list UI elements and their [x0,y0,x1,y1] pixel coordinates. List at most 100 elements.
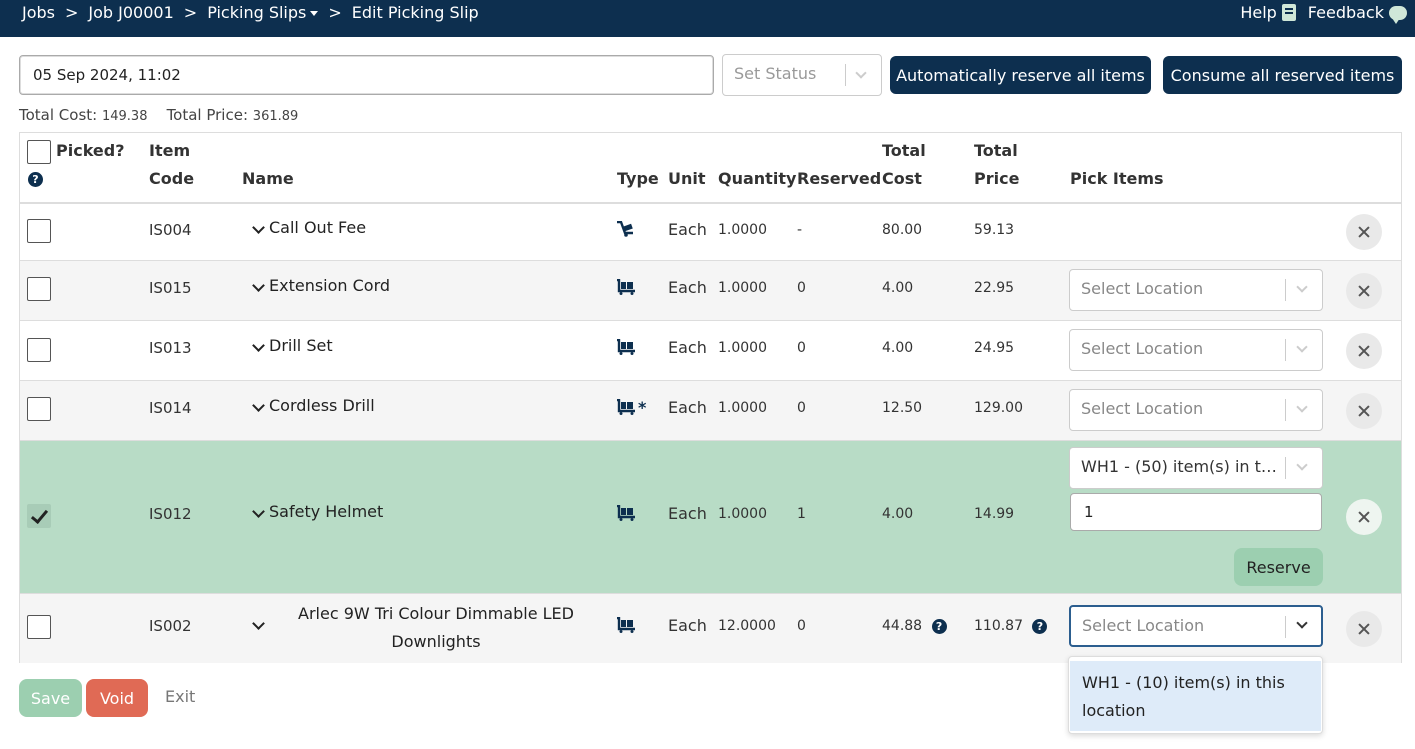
expand-chevron-icon[interactable] [252,221,265,234]
question-icon: ? [28,172,43,187]
picked-checkbox[interactable] [27,504,51,528]
cart-icon [617,339,635,355]
location-select[interactable]: Select Location [1069,389,1323,431]
question-icon[interactable]: ? [1032,618,1048,634]
chevron-down-icon [1296,401,1308,413]
unit: Each [668,504,707,523]
feedback-link[interactable]: Feedback [1308,3,1407,24]
picked-help[interactable]: ? [28,165,43,193]
item-name: Call Out Fee [269,218,367,237]
pick-quantity-input[interactable]: 1 [1070,493,1322,531]
header-item-code-line1: Item [149,141,191,160]
breadcrumb-separator: > [65,3,79,22]
select-all-checkbox[interactable] [27,140,51,164]
book-icon [1281,4,1296,21]
total-price: 24.95 [974,340,1015,356]
consume-reserved-button[interactable]: Consume all reserved items [1163,56,1402,94]
chevron-down-icon [1296,341,1308,353]
item-code: IS013 [149,339,192,357]
remove-row-button[interactable] [1346,611,1382,647]
auto-reserve-button[interactable]: Automatically reserve all items [890,56,1151,94]
picked-checkbox[interactable] [27,277,51,301]
svg-text:*: * [638,399,647,415]
breadcrumb-picking-slips-label: Picking Slips [207,3,307,22]
header-total-cost-line2: Cost [882,169,922,188]
picked-checkbox[interactable] [27,615,51,639]
select-separator [1285,339,1286,361]
unit: Each [668,616,707,635]
total-cost-cell: 44.88 ? [882,618,947,634]
table-row: IS014 Cordless Drill * Each 1.0000 0 12.… [20,381,1401,441]
location-select[interactable]: Select Location [1069,329,1323,371]
breadcrumb-separator: > [328,3,342,22]
select-separator [1285,457,1286,479]
remove-row-button[interactable] [1346,273,1382,309]
cart-icon [617,279,635,295]
remove-row-button[interactable] [1346,499,1382,535]
expand-chevron-icon[interactable] [252,505,265,518]
quantity: 1.0000 [718,222,767,238]
item-name-line2: Downlights [391,632,481,651]
location-option[interactable]: WH1 - (10) item(s) in this location [1070,661,1321,731]
exit-link[interactable]: Exit [165,687,195,706]
location-select[interactable]: Select Location [1069,269,1323,311]
breadcrumb-current: Edit Picking Slip [351,3,479,22]
top-navbar: Jobs > Job J00001 > Picking Slips > Edit… [0,0,1415,37]
remove-row-button[interactable] [1346,214,1382,250]
picked-checkbox[interactable] [27,397,51,421]
totals: Total Cost: 149.38 Total Price: 361.89 [19,106,298,124]
location-placeholder: Select Location [1082,616,1205,635]
remove-row-button[interactable] [1346,333,1382,369]
picking-table: Picked? ? Item Code Name Type Unit Quant… [19,132,1402,663]
header-total-price-line1: Total [974,141,1018,160]
location-select[interactable]: Select Location [1069,605,1323,647]
location-select[interactable]: WH1 - (50) item(s) in this... [1069,447,1323,489]
reserved: 0 [797,400,806,416]
chevron-down-icon [855,67,867,79]
item-code: IS014 [149,399,192,417]
picked-checkbox[interactable] [27,338,51,362]
status-select[interactable]: Set Status [722,54,882,96]
header-unit: Unit [668,169,706,188]
reserved: 0 [797,280,806,296]
header-reserved: Reserved [797,169,882,188]
question-icon[interactable]: ? [931,618,947,634]
unit: Each [668,220,707,239]
chevron-down-icon [1296,459,1308,471]
quantity: 1.0000 [718,280,767,296]
save-button[interactable]: Save [19,679,82,717]
picked-checkbox[interactable] [27,219,51,243]
item-code: IS012 [149,505,192,523]
quantity: 12.0000 [718,618,776,634]
reserved: 0 [797,618,806,634]
date-field[interactable] [19,55,714,95]
total-cost-label: Total Cost: [19,106,98,124]
total-cost: 4.00 [882,506,914,522]
item-name: Arlec 9W Tri Colour Dimmable LED Downlig… [282,600,590,656]
breadcrumb-job[interactable]: Job J00001 [88,3,173,22]
void-button[interactable]: Void [86,679,148,717]
item-name: Safety Helmet [269,502,384,521]
breadcrumb-separator: > [183,3,198,22]
location-placeholder: Select Location [1081,339,1204,358]
select-separator [1285,399,1286,421]
quantity: 1.0000 [718,506,767,522]
header-type: Type [617,169,659,188]
remove-row-button[interactable] [1346,393,1382,429]
table-row: IS013 Drill Set Each 1.0000 0 4.00 24.95… [20,321,1401,381]
service-trolley-icon [617,221,633,237]
help-link[interactable]: Help [1240,3,1296,22]
breadcrumb-picking-slips[interactable]: Picking Slips [207,3,319,22]
breadcrumb-jobs[interactable]: Jobs [22,3,55,22]
expand-chevron-icon[interactable] [252,399,265,412]
quantity: 1.0000 [718,400,767,416]
status-placeholder: Set Status [734,64,817,83]
item-code: IS004 [149,221,192,239]
expand-chevron-icon[interactable] [252,617,265,630]
expand-chevron-icon[interactable] [252,279,265,292]
help-label: Help [1240,3,1277,22]
expand-chevron-icon[interactable] [252,339,265,352]
reserve-button[interactable]: Reserve [1234,548,1323,586]
total-cost: 44.88 [882,618,923,634]
header-total-price-line2: Price [974,169,1020,188]
